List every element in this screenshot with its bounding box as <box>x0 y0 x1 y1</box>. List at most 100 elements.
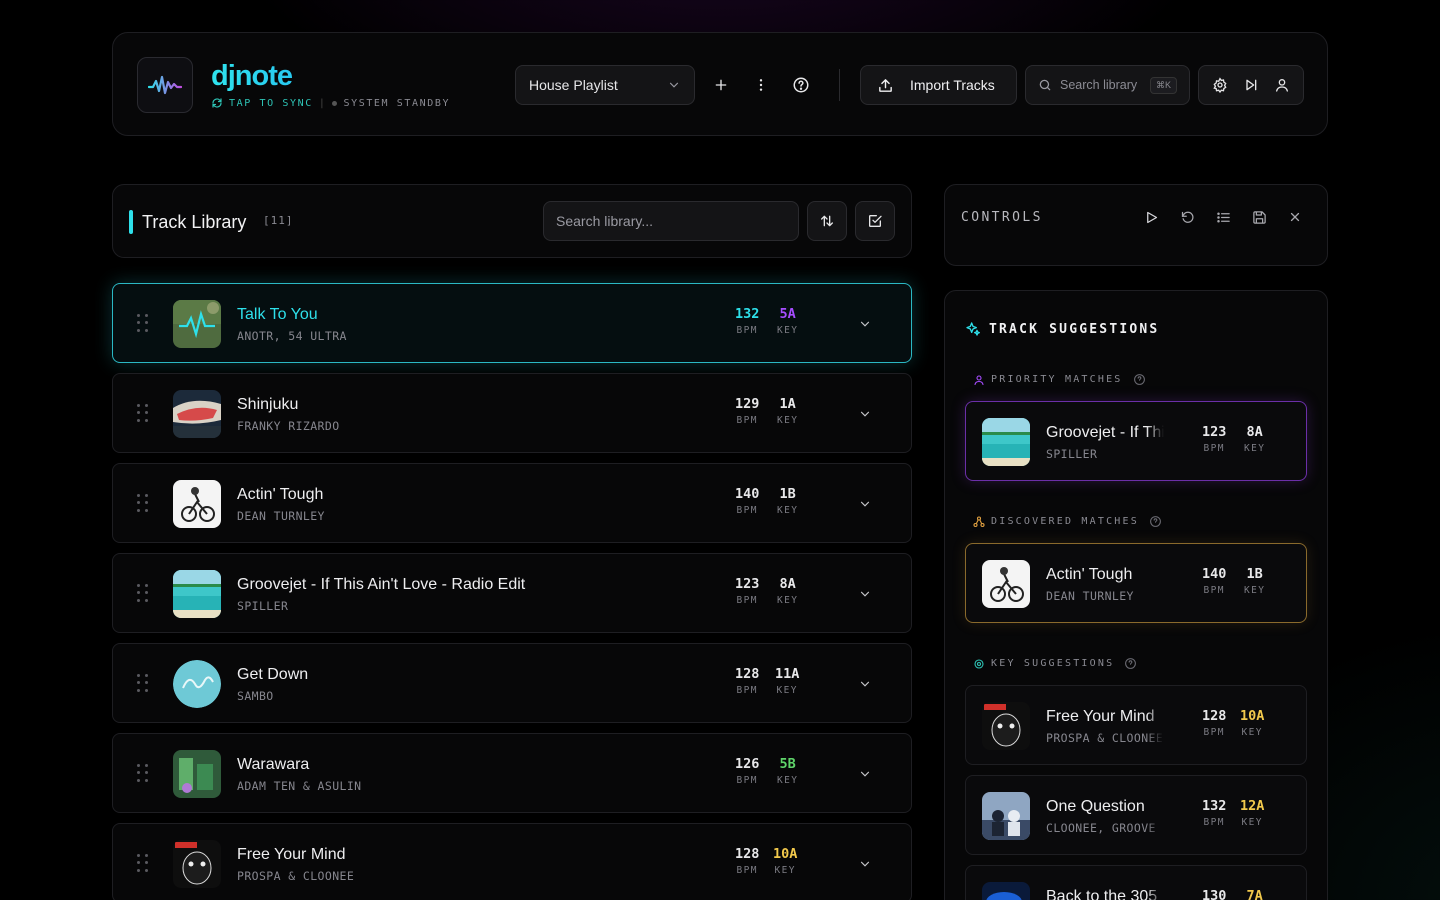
library-search-input[interactable]: Search library... <box>543 201 799 241</box>
track-key: 5A KEY <box>777 306 798 336</box>
user-icon <box>974 374 984 385</box>
chevron-down-icon <box>860 411 870 417</box>
key-label: KEY <box>777 325 799 336</box>
network-icon <box>973 515 985 527</box>
track-row[interactable]: Get Down SAMBO 128 BPM 11A KEY <box>112 643 912 723</box>
album-art <box>173 480 221 528</box>
track-key: 5B KEY <box>777 756 798 786</box>
track-row[interactable]: Warawara ADAM TEN & ASULIN 126 BPM 5B KE… <box>112 733 912 813</box>
track-artist: FRANKY RIZARDO <box>237 419 340 433</box>
select-mode-button[interactable] <box>855 201 895 241</box>
help-circle-icon <box>1150 516 1161 527</box>
expand-track-button[interactable] <box>853 312 877 336</box>
drag-handle-icon[interactable] <box>137 584 149 604</box>
key-suggestions-label: KEY SUGGESTIONS <box>973 657 1137 670</box>
key-label: KEY <box>1244 443 1266 454</box>
user-profile-button[interactable] <box>1270 73 1294 97</box>
gear-icon <box>1213 77 1227 93</box>
expand-track-button[interactable] <box>853 672 877 696</box>
suggestion-bpm: 140 BPM <box>1202 566 1226 596</box>
key-suggestion-card[interactable]: One Question CLOONEE, GROOVE 132 BPM 12A… <box>965 775 1307 855</box>
key-value: 8A <box>779 576 796 592</box>
track-title: Get Down <box>237 666 309 683</box>
bpm-value: 123 <box>1202 424 1227 440</box>
settings-button[interactable] <box>1208 73 1232 97</box>
suggestion-key: 8A KEY <box>1244 424 1265 454</box>
track-suggestions-panel: TRACK SUGGESTIONS PRIORITY MATCHES Groov… <box>944 290 1328 900</box>
track-row[interactable]: Actin' Tough DEAN TURNLEY 140 BPM 1B KEY <box>112 463 912 543</box>
skip-next-button[interactable] <box>1239 73 1263 97</box>
header-search-input[interactable]: Search library ⌘K <box>1025 65 1190 105</box>
expand-track-button[interactable] <box>853 852 877 876</box>
key-value: 11A <box>775 666 800 682</box>
upload-icon <box>879 78 892 92</box>
drag-handle-icon[interactable] <box>137 674 149 694</box>
chevron-down-icon <box>860 501 870 507</box>
expand-track-button[interactable] <box>853 402 877 426</box>
logo[interactable] <box>137 57 193 113</box>
sync-status[interactable]: TAP TO SYNC | SYSTEM STANDBY <box>211 97 450 109</box>
title-accent-bar <box>129 210 133 234</box>
chevron-down-icon <box>860 861 870 867</box>
album-art <box>173 840 221 888</box>
drag-handle-icon[interactable] <box>137 494 149 514</box>
sort-button[interactable] <box>807 201 847 241</box>
save-button[interactable] <box>1249 207 1269 227</box>
track-title: Actin' Tough <box>237 486 324 503</box>
rotate-ccw-icon <box>1181 211 1194 223</box>
queue-list-button[interactable] <box>1213 207 1233 227</box>
chevron-down-icon <box>669 82 679 88</box>
add-playlist-button[interactable] <box>709 73 733 97</box>
list-icon <box>1216 212 1230 222</box>
album-art <box>173 750 221 798</box>
key-value: 1B <box>779 486 796 502</box>
drag-handle-icon[interactable] <box>137 854 149 874</box>
track-row[interactable]: Shinjuku FRANKY RIZARDO 129 BPM 1A KEY <box>112 373 912 453</box>
key-value: 5B <box>779 756 796 772</box>
playlist-select-value: House Playlist <box>529 77 618 93</box>
user-icon <box>1275 79 1288 92</box>
sort-arrows-icon <box>821 215 833 227</box>
track-title: Free Your Mind <box>237 846 346 863</box>
expand-track-button[interactable] <box>853 762 877 786</box>
circle-of-fifths-icon <box>974 658 984 669</box>
expand-track-button[interactable] <box>853 492 877 516</box>
track-key: 11A KEY <box>775 666 799 696</box>
track-row[interactable]: Free Your Mind PROSPA & CLOONEE 128 BPM … <box>112 823 912 900</box>
key-label: KEY <box>777 775 799 786</box>
status-dot <box>332 100 338 106</box>
track-bpm: 123 BPM <box>735 576 759 606</box>
track-bpm: 132 BPM <box>735 306 759 336</box>
discovered-match-card[interactable]: Actin' Tough DEAN TURNLEY 140 BPM 1B KEY <box>965 543 1307 623</box>
track-row[interactable]: Groovejet - If This Ain't Love - Radio E… <box>112 553 912 633</box>
waveform-logo-icon <box>148 75 182 95</box>
suggestion-bpm: 132 BPM <box>1202 798 1226 828</box>
suggestion-bpm: 128 BPM <box>1202 708 1226 738</box>
priority-match-card[interactable]: Groovejet - If This Ain't Love SPILLER 1… <box>965 401 1307 481</box>
key-suggestion-card[interactable]: Back to the 305 130 BPM 7A KEY <box>965 865 1307 900</box>
key-suggestion-card[interactable]: Free Your Mind PROSPA & CLOONEE 128 BPM … <box>965 685 1307 765</box>
playlist-select[interactable]: House Playlist <box>515 65 695 105</box>
drag-handle-icon[interactable] <box>137 314 149 334</box>
save-icon <box>1252 210 1266 224</box>
import-tracks-button[interactable]: Import Tracks <box>860 65 1017 105</box>
track-bpm: 126 BPM <box>735 756 759 786</box>
sync-label[interactable]: TAP TO SYNC <box>229 98 313 109</box>
key-value: 7A <box>1246 888 1263 900</box>
drag-handle-icon[interactable] <box>137 404 149 424</box>
reset-button[interactable] <box>1177 207 1197 227</box>
help-button[interactable] <box>789 73 813 97</box>
track-bpm: 140 BPM <box>735 486 759 516</box>
suggestion-key: 12A KEY <box>1240 798 1264 828</box>
play-button[interactable] <box>1141 207 1161 227</box>
track-title: Shinjuku <box>237 396 299 413</box>
close-button[interactable] <box>1285 207 1305 227</box>
more-options-button[interactable] <box>749 73 773 97</box>
bpm-label: BPM <box>736 415 758 426</box>
expand-track-button[interactable] <box>853 582 877 606</box>
key-value: 12A <box>1240 798 1265 814</box>
check-square-icon <box>869 215 882 227</box>
track-row[interactable]: Talk To You ANOTR, 54 ULTRA 132 BPM 5A K… <box>112 283 912 363</box>
bpm-label: BPM <box>736 685 758 696</box>
drag-handle-icon[interactable] <box>137 764 149 784</box>
